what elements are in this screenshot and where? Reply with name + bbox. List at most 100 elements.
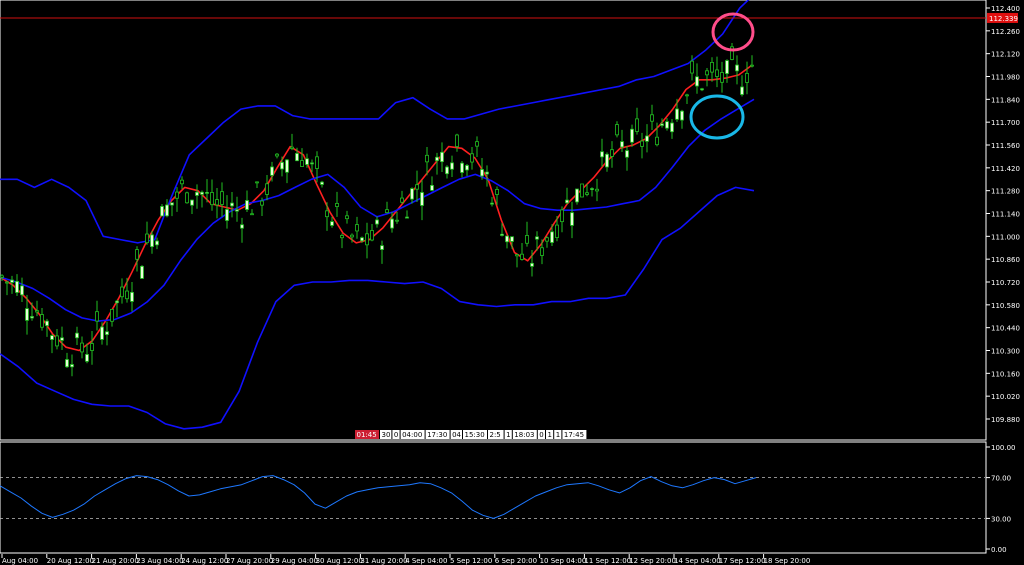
time-tick-label: 29 Aug 04:00	[271, 557, 318, 565]
candle	[580, 183, 584, 198]
candle-body	[505, 235, 509, 243]
candle-body	[500, 233, 504, 236]
scrollbar-label[interactable]: 17:45	[564, 431, 584, 439]
candle-body	[295, 153, 299, 162]
candle-body	[160, 206, 164, 217]
candle-body	[715, 69, 719, 77]
candle-body	[80, 342, 84, 353]
candle-body	[470, 153, 474, 163]
candle-body	[240, 224, 244, 229]
time-scrollbar[interactable]: 01:45 30 0 04:00 17:30 04 15:30 2:5 1 18:03 0 1 1 17:…	[355, 430, 587, 439]
price-tick-label: 110.300	[991, 348, 1020, 356]
price-tick-label: 111.840	[991, 96, 1020, 104]
price-tick-label: 110.160	[991, 370, 1020, 378]
candle-body	[265, 183, 269, 195]
scrollbar-label[interactable]: 01:45	[357, 431, 377, 439]
candle-body	[590, 188, 594, 190]
candle-body	[490, 202, 494, 205]
candle-body	[645, 135, 649, 142]
time-tick-label: 12 Sep 20:00	[629, 557, 676, 565]
candle-body	[315, 156, 319, 169]
candle-body	[710, 62, 714, 73]
candle-body	[695, 76, 699, 87]
candle-body	[605, 153, 609, 168]
candle-body	[420, 192, 424, 206]
scrollbar-label[interactable]: 04:00	[402, 431, 422, 439]
candle-body	[325, 210, 329, 218]
scrollbar-label[interactable]: 2:5	[490, 431, 501, 439]
candle-body	[630, 128, 634, 143]
candle-body	[685, 94, 689, 97]
candle-body	[395, 219, 399, 222]
candle-body	[450, 162, 454, 170]
candle-body	[15, 281, 19, 293]
candle-body	[350, 234, 354, 238]
candle-body	[175, 191, 179, 199]
candle-body	[530, 262, 534, 267]
price-tick-label: 111.560	[991, 142, 1020, 150]
price-tick-label: 111.700	[991, 119, 1020, 127]
candle-body	[425, 154, 429, 163]
scrollbar-label[interactable]: 04	[452, 431, 461, 439]
candle-body	[305, 158, 309, 165]
scrollbar-label[interactable]: 15:30	[465, 431, 485, 439]
candle-body	[130, 292, 134, 302]
candle-body	[235, 209, 239, 212]
candle-body	[510, 236, 514, 242]
candle-body	[310, 162, 314, 165]
candle-body	[195, 191, 199, 196]
time-tick-label: 17 Sep 12:00	[719, 557, 766, 565]
scrollbar-label[interactable]: 1	[548, 431, 552, 439]
oscillator-tick-label: 100.00	[991, 444, 1016, 452]
candle-body	[225, 209, 229, 221]
candle-body	[85, 354, 89, 362]
candle-body	[205, 192, 209, 194]
scrollbar-label[interactable]: 18:03	[514, 431, 534, 439]
price-tick-label: 110.860	[991, 256, 1020, 264]
time-tick-label: 24 Aug 12:00	[181, 557, 228, 565]
scrollbar-label[interactable]: 30	[382, 431, 391, 439]
time-tick-label: 6 Sep 20:00	[495, 557, 537, 565]
candle-body	[280, 162, 284, 170]
candle-body	[620, 141, 624, 148]
scrollbar-label[interactable]: 1	[556, 431, 560, 439]
candle-body	[95, 311, 99, 322]
scrollbar-label[interactable]: 1	[506, 431, 510, 439]
candle-body	[275, 153, 279, 157]
current-price-label: 112.339	[989, 15, 1018, 23]
price-tick-label: 109.880	[991, 416, 1020, 424]
time-tick-label: 18 Sep 20:00	[764, 557, 811, 565]
candle-body	[200, 191, 204, 195]
time-tick-label: 4 Sep 04:00	[405, 557, 447, 565]
scrollbar-label[interactable]: 17:30	[427, 431, 447, 439]
candle-body	[690, 60, 694, 74]
candle-body	[10, 279, 14, 283]
scrollbar-label[interactable]: 0	[539, 431, 543, 439]
candle-body	[555, 224, 559, 238]
time-tick-label: 21 Aug 20:00	[92, 557, 139, 565]
candle-body	[340, 235, 344, 239]
candle-body	[360, 237, 364, 242]
candle-body	[320, 181, 324, 185]
candle-body	[660, 123, 664, 126]
candle-body	[105, 331, 109, 335]
candle-body	[245, 200, 249, 210]
candle-body	[370, 230, 374, 241]
scrollbar-label[interactable]: 0	[394, 431, 398, 439]
candle-body	[165, 204, 169, 217]
candle-body	[170, 202, 174, 206]
candle-body	[125, 290, 129, 300]
candle-body	[575, 188, 579, 203]
candle-body	[270, 166, 274, 176]
candle-body	[430, 185, 434, 191]
time-tick-label: 5 Sep 12:00	[450, 557, 492, 565]
candle-body	[445, 166, 449, 175]
time-axis: Aug 04:00 20 Aug 12:0021 Aug 20:0023 Aug …	[1, 554, 811, 565]
candle-body	[520, 253, 524, 260]
price-tick-label: 112.120	[991, 51, 1020, 59]
candle-body	[40, 314, 44, 328]
oscillator-tick-label: 0.00	[991, 546, 1007, 554]
candle-body	[400, 197, 404, 203]
candle-body	[55, 335, 59, 347]
candle-body	[145, 233, 149, 244]
